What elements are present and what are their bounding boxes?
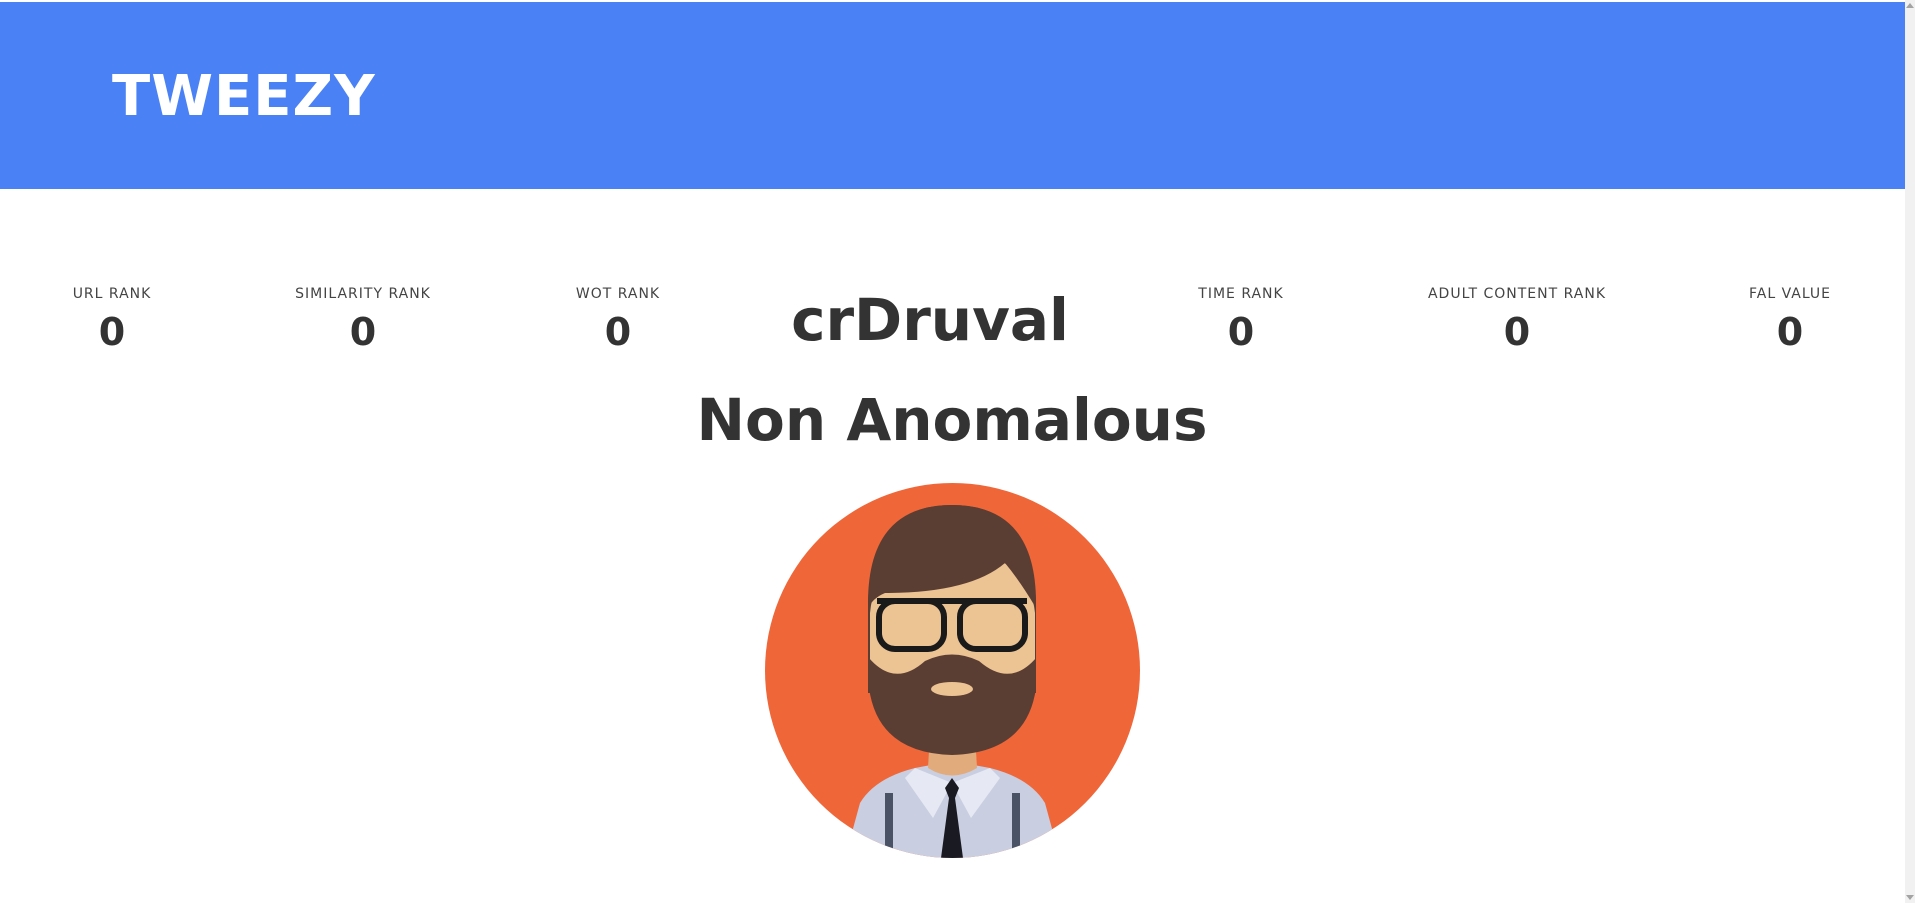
stat-wot-rank: WOT RANK 0 [488, 285, 748, 357]
stat-value: 0 [604, 310, 632, 354]
header-bar: TWEEZY [0, 2, 1905, 189]
stat-value: 0 [98, 310, 126, 354]
stat-value: 0 [1227, 310, 1255, 354]
stat-time-rank: TIME RANK 0 [1111, 285, 1371, 357]
stat-url-rank: URL RANK 0 [0, 285, 242, 357]
stat-label: TIME RANK [1198, 286, 1284, 302]
stat-label: FAL VALUE [1748, 286, 1832, 302]
stat-label: ADULT CONTENT RANK [1427, 286, 1606, 302]
vertical-scrollbar[interactable] [1905, 0, 1915, 903]
stat-similarity-rank: SIMILARITY RANK 0 [233, 285, 493, 357]
brand-title[interactable]: TWEEZY [112, 62, 376, 132]
bearded-man-avatar-icon [765, 483, 1140, 858]
stat-value: 0 [1503, 310, 1531, 354]
stat-label: URL RANK [72, 286, 152, 302]
stat-fal-value: FAL VALUE 0 [1660, 285, 1915, 357]
stat-adult-content-rank: ADULT CONTENT RANK 0 [1387, 285, 1647, 357]
username-heading: crDruval [791, 286, 1069, 354]
page: TWEEZY URL RANK 0 SIMILARITY RANK 0 WOT … [0, 0, 1915, 903]
stat-label: SIMILARITY RANK [295, 286, 431, 302]
scroll-up-icon[interactable] [1906, 3, 1914, 8]
stat-label: WOT RANK [575, 286, 661, 302]
avatar [765, 483, 1140, 858]
stat-value: 0 [1776, 310, 1804, 354]
stat-value: 0 [349, 310, 377, 354]
scroll-down-icon[interactable] [1906, 895, 1914, 900]
anomaly-verdict: Non Anomalous [696, 386, 1208, 454]
